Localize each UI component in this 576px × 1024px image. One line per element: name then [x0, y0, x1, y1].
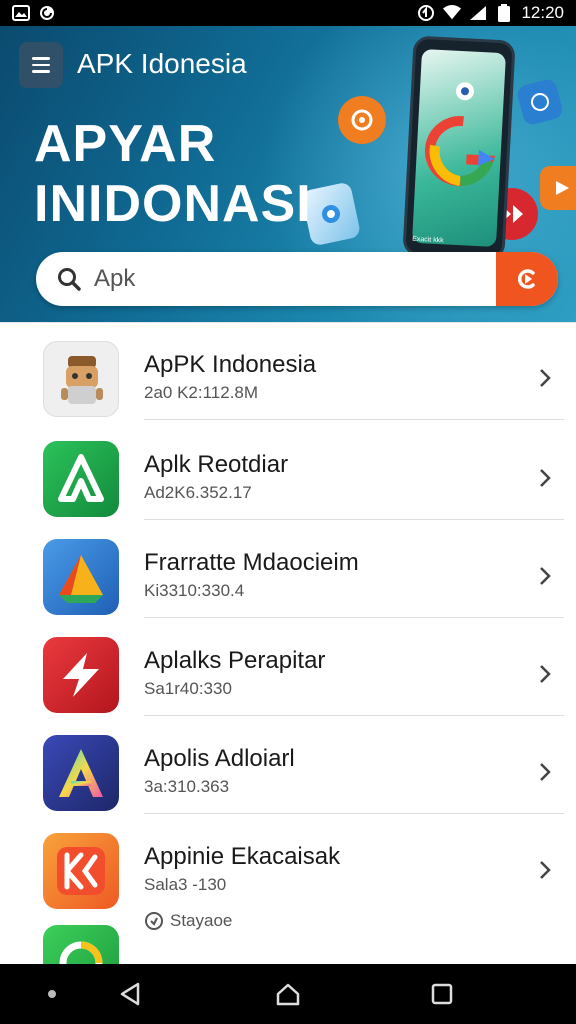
status-left: [12, 4, 56, 22]
app-name: Aplk Reotdiar: [144, 451, 289, 478]
a-logo-icon: [43, 441, 119, 517]
floating-play-icon: [540, 166, 576, 210]
chevron-right-icon: [540, 567, 551, 585]
divider: [144, 617, 564, 618]
vpn-icon: [417, 4, 435, 22]
app-title: APK Idonesia: [77, 48, 247, 79]
arrow-logo-icon: [43, 637, 119, 713]
signal-icon: [469, 4, 487, 22]
app-name: Frarratte Mdaocieim: [144, 549, 359, 576]
menu-icon-line: [32, 57, 50, 60]
hero-heading: APYAR INIDONASI: [34, 114, 312, 234]
ks-logo-icon: [43, 833, 119, 909]
phone-illustration: Exacit kkk: [402, 35, 516, 261]
list-item[interactable]: [0, 911, 576, 964]
home-icon[interactable]: [274, 980, 302, 1008]
list-item[interactable]: Aplalks Perapitar Sa1r40:330: [0, 619, 576, 716]
search-icon: [56, 266, 82, 292]
app-meta: 2a0 K2:112.8M: [144, 383, 259, 402]
status-right: 12:20: [417, 3, 564, 23]
chevron-right-icon: [540, 665, 551, 683]
app-meta: Ad2K6.352.17: [144, 483, 252, 502]
search-bar[interactable]: [36, 252, 558, 306]
clock: 12:20: [521, 3, 564, 22]
battery-icon: [495, 4, 513, 22]
app-meta: 3a:310.363: [144, 777, 230, 796]
app-name: ApPK Indonesia: [144, 351, 317, 378]
app-name: Aplalks Perapitar: [144, 647, 326, 674]
app-meta: Sala3 -130: [144, 875, 227, 894]
mascot-icon: [43, 341, 119, 417]
list-item[interactable]: Appinie Ekacaisak Sala3 -130: [0, 815, 576, 912]
app-meta: Ki3310:330.4: [144, 581, 245, 600]
sync-icon: [38, 4, 56, 22]
triangle-logo-icon: [43, 539, 119, 615]
go-icon: [517, 269, 535, 289]
overview-icon[interactable]: [428, 980, 456, 1008]
divider: [144, 715, 564, 716]
circle-logo-icon: [43, 925, 119, 964]
menu-button[interactable]: [19, 42, 63, 88]
app-name: Appinie Ekacaisak: [144, 843, 341, 870]
navigation-bar: [0, 964, 576, 1024]
chevron-right-icon: [540, 763, 551, 781]
search-input[interactable]: [94, 265, 454, 293]
menu-icon-line: [32, 63, 50, 67]
app-meta: Sa1r40:330: [144, 679, 232, 698]
status-bar: 12:20: [0, 0, 576, 26]
list-item[interactable]: Frarratte Mdaocieim Ki3310:330.4: [0, 521, 576, 618]
chevron-right-icon: [540, 861, 551, 879]
gallery-icon: [12, 4, 30, 22]
hero-banner: Exacit kkk APK Idonesia APYAR INIDONASI: [0, 26, 576, 322]
list-item[interactable]: ApPK Indonesia 2a0 K2:112.8M: [0, 323, 576, 420]
divider: [144, 519, 564, 520]
divider: [144, 419, 564, 420]
phone-screen: [411, 48, 507, 248]
search-go-button[interactable]: [496, 252, 558, 306]
hero-heading-line2: INIDONASI: [34, 175, 312, 233]
divider: [144, 813, 564, 814]
google-g-icon: [424, 82, 496, 187]
menu-icon-line: [32, 70, 50, 73]
recents-dot-icon[interactable]: [38, 980, 66, 1008]
list-item[interactable]: Apolis Adloiarl 3a:310.363: [0, 717, 576, 814]
a-gradient-icon: [43, 735, 119, 811]
app-list: ApPK Indonesia 2a0 K2:112.8M Aplk Reotdi…: [0, 322, 576, 964]
list-item[interactable]: Aplk Reotdiar Ad2K6.352.17: [0, 423, 576, 520]
hero-heading-line1: APYAR: [34, 115, 217, 173]
floating-camera-icon: [338, 96, 386, 144]
chevron-right-icon: [540, 469, 551, 487]
wifi-icon: [443, 4, 462, 22]
chevron-right-icon: [540, 369, 551, 387]
back-icon[interactable]: [116, 980, 144, 1008]
app-name: Apolis Adloiarl: [144, 745, 295, 772]
